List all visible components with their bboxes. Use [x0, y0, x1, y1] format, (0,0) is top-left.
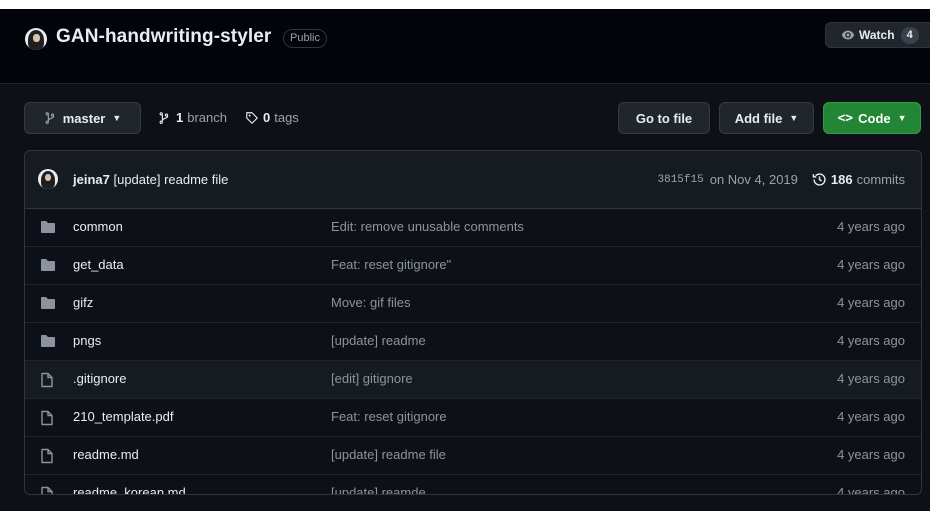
branch-name: master: [62, 110, 106, 126]
commit-count: 186: [830, 172, 853, 187]
window-top-strip: [0, 0, 930, 9]
branch-count: 1: [176, 110, 184, 125]
code-button[interactable]: <> Code ▼: [823, 102, 921, 134]
file-commit-message-link[interactable]: Feat: reset gitignore": [331, 257, 451, 272]
file-age: 4 years ago: [837, 295, 905, 310]
file-age: 4 years ago: [837, 371, 905, 386]
file-age: 4 years ago: [837, 485, 905, 495]
branches-link[interactable]: 1 branch: [158, 110, 227, 125]
file-commit-message-link[interactable]: Move: gif files: [331, 295, 410, 310]
file-row[interactable]: 210_template.pdf Feat: reset gitignore 4…: [25, 399, 921, 437]
commit-info: 3815f15 on Nov 4, 2019 186 commits: [658, 172, 906, 187]
commit-label: commits: [856, 172, 905, 187]
folder-icon: [41, 297, 55, 309]
code-icon: <>: [837, 110, 854, 126]
repo-name-link[interactable]: GAN-handwriting-styler: [56, 26, 271, 48]
file-row[interactable]: common Edit: remove unusable comments 4 …: [25, 209, 921, 247]
git-branch-icon: [45, 112, 54, 124]
file-row[interactable]: readme.md [update] readme file 4 years a…: [25, 437, 921, 475]
repo-header: GAN-handwriting-styler Public Watch 4: [0, 9, 930, 84]
file-icon: [41, 486, 53, 494]
file-name-link[interactable]: get_data: [73, 257, 124, 272]
file-name-link[interactable]: pngs: [73, 333, 101, 348]
chevron-down-icon: ▼: [112, 113, 122, 123]
file-icon: [41, 372, 53, 388]
file-name-link[interactable]: readme_korean.md: [73, 485, 186, 494]
tags-link[interactable]: 0 tags: [245, 110, 299, 125]
file-age: 4 years ago: [837, 219, 905, 234]
file-name-link[interactable]: 210_template.pdf: [73, 409, 173, 424]
file-commit-message-link[interactable]: [update] reamde: [331, 485, 426, 494]
branch-select-button[interactable]: master ▼: [24, 102, 141, 134]
file-name-link[interactable]: readme.md: [73, 447, 139, 462]
file-row[interactable]: get_data Feat: reset gitignore" 4 years …: [25, 247, 921, 285]
file-age: 4 years ago: [837, 447, 905, 462]
file-icon: [41, 410, 53, 426]
tag-count: 0: [263, 110, 271, 125]
chevron-down-icon: ▼: [897, 113, 907, 123]
file-age: 4 years ago: [837, 257, 905, 272]
visibility-badge: Public: [283, 29, 327, 48]
file-age: 4 years ago: [837, 333, 905, 348]
git-branch-icon: [159, 111, 169, 124]
chevron-down-icon: ▼: [789, 113, 799, 123]
code-label: Code: [858, 110, 891, 126]
watch-button[interactable]: Watch 4: [825, 22, 930, 48]
file-row[interactable]: .gitignore [edit] gitignore 4 years ago: [25, 361, 921, 399]
commit-message-link[interactable]: [update] readme file: [113, 172, 228, 187]
file-row[interactable]: pngs [update] readme 4 years ago: [25, 323, 921, 361]
file-commit-message-link[interactable]: [update] readme file: [331, 447, 446, 462]
go-to-file-button[interactable]: Go to file: [618, 102, 710, 134]
latest-commit-bar: jeina7 [update] readme file 3815f15 on N…: [25, 151, 921, 209]
file-name-link[interactable]: common: [73, 219, 123, 234]
commit-author-avatar[interactable]: [38, 169, 58, 189]
watch-label: Watch: [859, 28, 895, 42]
latest-commit: jeina7 [update] readme file: [73, 172, 228, 187]
file-icon: [41, 448, 53, 464]
file-commit-message-link[interactable]: Feat: reset gitignore: [331, 409, 447, 424]
folder-icon: [41, 221, 55, 233]
file-name-link[interactable]: gifz: [73, 295, 93, 310]
file-list: common Edit: remove unusable comments 4 …: [25, 209, 921, 495]
file-name-link[interactable]: .gitignore: [73, 371, 126, 386]
commit-sha-link[interactable]: 3815f15: [658, 174, 704, 186]
add-file-label: Add file: [734, 110, 783, 126]
add-file-button[interactable]: Add file ▼: [719, 102, 814, 134]
commit-author-link[interactable]: jeina7: [73, 172, 110, 187]
file-browser: jeina7 [update] readme file 3815f15 on N…: [24, 150, 922, 495]
owner-avatar[interactable]: [25, 28, 47, 50]
file-commit-message-link[interactable]: Edit: remove unusable comments: [331, 219, 524, 234]
file-commit-message-link[interactable]: [update] readme: [331, 333, 426, 348]
file-row[interactable]: gifz Move: gif files 4 years ago: [25, 285, 921, 323]
watch-count: 4: [900, 26, 919, 44]
branch-label: branch: [187, 110, 227, 125]
commit-date: on Nov 4, 2019: [709, 172, 798, 187]
tag-icon: [246, 111, 258, 124]
tag-label: tags: [274, 110, 299, 125]
folder-icon: [41, 335, 55, 347]
history-icon: [812, 173, 826, 186]
eye-icon: [841, 30, 855, 40]
commits-link[interactable]: 186 commits: [812, 172, 905, 187]
folder-icon: [41, 259, 55, 271]
file-commit-message-link[interactable]: [edit] gitignore: [331, 371, 413, 386]
file-age: 4 years ago: [837, 409, 905, 424]
file-row[interactable]: readme_korean.md [update] reamde 4 years…: [25, 475, 921, 495]
